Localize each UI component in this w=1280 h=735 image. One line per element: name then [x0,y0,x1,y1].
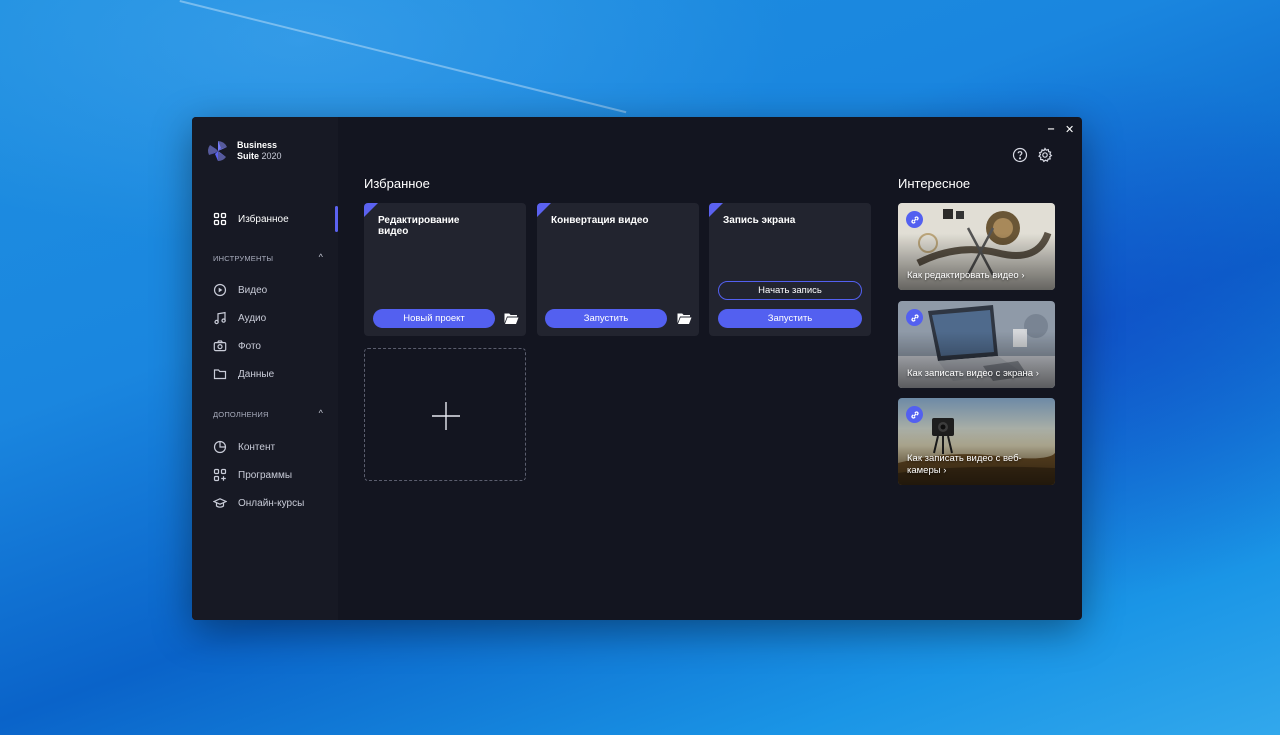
sidebar-item-online-courses[interactable]: Онлайн-курсы [192,490,338,516]
app-year: 2020 [261,151,282,161]
card-corner-accent [709,203,723,217]
open-folder-icon[interactable] [504,312,519,325]
article-thumb-edit-video[interactable]: Как редактировать видео › [898,203,1055,290]
launch-button[interactable]: Запустить [545,309,667,328]
settings-gear-icon[interactable] [1037,147,1053,163]
interesting-title: Интересное [898,176,971,191]
sidebar-item-label: Аудио [238,312,267,324]
section-addons-header[interactable]: ДОПОЛНЕНИЯ ^ [213,408,323,419]
new-project-button[interactable]: Новый проект [373,309,495,328]
app-logo: Business Suite 2020 [206,139,282,163]
chevron-up-icon: ^ [318,408,323,418]
article-thumb-record-screen[interactable]: Как записать видео с экрана › [898,301,1055,388]
sidebar-item-label: Контент [238,441,276,453]
minimize-button[interactable]: ‒ [1048,123,1054,135]
active-indicator [335,206,338,232]
favorite-card-video-editing[interactable]: Редактирование видео Новый проект [364,203,526,336]
sidebar-item-photo[interactable]: Фото [192,333,338,359]
sidebar-item-favorites[interactable]: Избранное [192,206,338,232]
sidebar-item-data[interactable]: Данные [192,361,338,387]
sidebar-item-label: Избранное [238,213,289,225]
pie-chart-icon [213,440,227,454]
sidebar-item-programs[interactable]: Программы [192,462,338,488]
article-thumb-record-webcam[interactable]: Как записать видео с веб-камеры › [898,398,1055,485]
app-name-suite: Suite [237,151,260,161]
link-icon [906,211,923,228]
play-circle-icon [213,283,227,297]
grid-icon [213,212,227,226]
camera-icon [213,339,227,353]
app-window: Business Suite 2020 Избранное ИНСТРУМЕНТ… [192,117,1082,620]
apps-add-icon [213,468,227,482]
open-folder-icon[interactable] [677,312,692,325]
sidebar-item-video[interactable]: Видео [192,277,338,303]
section-tools-header[interactable]: ИНСТРУМЕНТЫ ^ [213,252,323,263]
sidebar-item-audio[interactable]: Аудио [192,305,338,331]
app-name: Business Suite 2020 [237,140,282,162]
favorite-card-screen-recording[interactable]: Запись экрана Начать запись Запустить [709,203,871,336]
sidebar-item-label: Программы [238,469,293,481]
logo-aperture-icon [208,141,227,161]
folder-icon [213,367,227,381]
favorites-title: Избранное [364,176,430,191]
app-name-line1: Business [237,140,278,150]
launch-button[interactable]: Запустить [718,309,862,328]
start-recording-button[interactable]: Начать запись [718,281,862,300]
music-note-icon [213,311,227,325]
help-icon[interactable] [1012,147,1028,163]
graduation-cap-icon [213,496,227,510]
plus-icon [431,401,461,431]
article-label: Как записать видео с экрана › [907,368,1039,379]
sidebar: Business Suite 2020 Избранное ИНСТРУМЕНТ… [192,117,338,620]
article-label: Как редактировать видео › [907,270,1025,281]
sidebar-item-label: Онлайн-курсы [238,497,305,509]
section-addons-label: ДОПОЛНЕНИЯ [213,409,269,419]
section-tools-label: ИНСТРУМЕНТЫ [213,253,274,263]
add-favorite-tile[interactable] [364,348,526,481]
card-corner-accent [364,203,378,217]
close-button[interactable]: ✕ [1065,123,1074,136]
card-title: Конвертация видео [551,215,649,226]
chevron-up-icon: ^ [318,252,323,262]
sidebar-item-content[interactable]: Контент [192,434,338,460]
card-title: Редактирование видео [378,215,460,237]
card-corner-accent [537,203,551,217]
sidebar-item-label: Данные [238,368,275,380]
sidebar-item-label: Фото [238,340,261,352]
app-name-line2: Suite 2020 [237,151,282,162]
link-icon [906,406,923,423]
link-icon [906,309,923,326]
sidebar-item-label: Видео [238,284,268,296]
favorite-card-video-conversion[interactable]: Конвертация видео Запустить [537,203,699,336]
card-title: Запись экрана [723,215,796,226]
article-label: Как записать видео с веб-камеры › [907,453,1022,476]
